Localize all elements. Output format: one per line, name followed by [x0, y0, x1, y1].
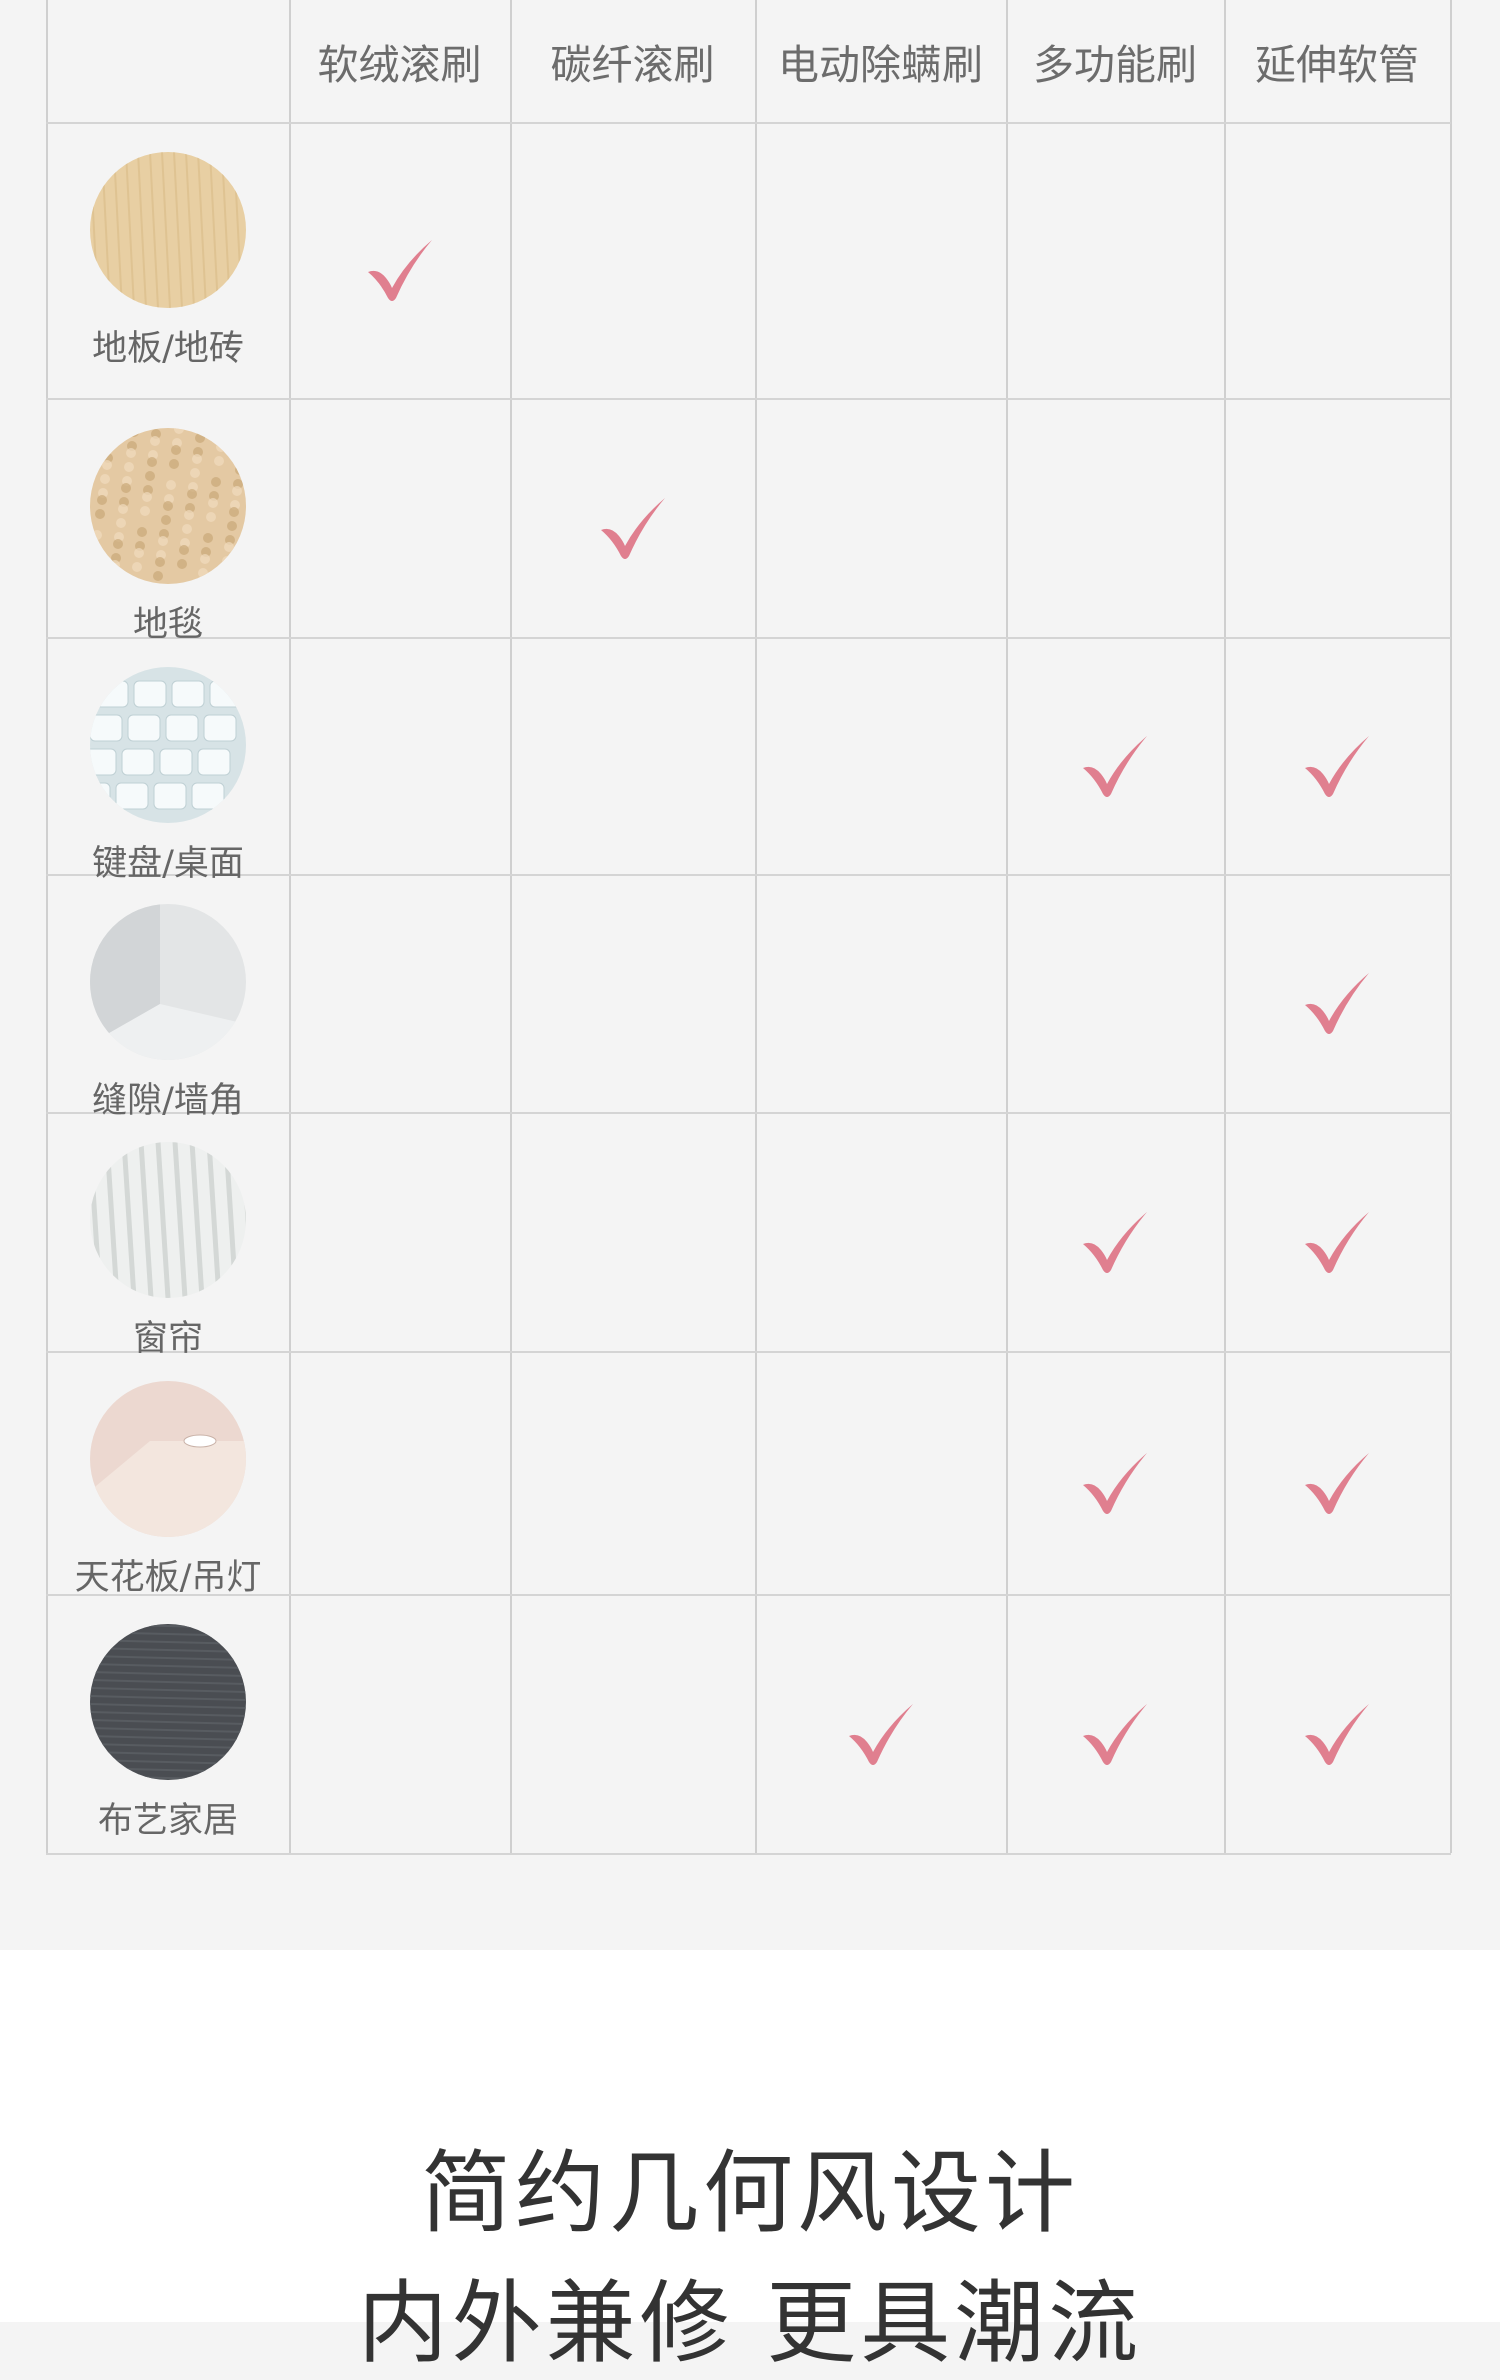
design-section: 简约几何风设计 内外兼修 更具潮流	[0, 1950, 1500, 2376]
row-label-text: 键盘/桌面	[92, 844, 244, 884]
fabric-thumbnail	[90, 1624, 246, 1780]
curtain-thumbnail	[90, 1142, 246, 1298]
grid-hline	[46, 122, 1451, 124]
row-label-text: 缝隙/墙角	[92, 1081, 244, 1121]
grid-vline	[289, 0, 291, 1853]
column-header: 碳纤滚刷	[550, 41, 715, 89]
check-icon	[1077, 1696, 1153, 1772]
row-label: 地毯	[48, 428, 288, 647]
wood-floor-thumbnail	[90, 152, 246, 308]
row-label-text: 布艺家居	[97, 1801, 238, 1841]
check-icon	[595, 490, 671, 566]
row-label-text: 地毯	[132, 605, 203, 645]
row-label-text: 天花板/吊灯	[74, 1558, 262, 1598]
row-label: 窗帘	[48, 1142, 288, 1361]
row-label: 地板/地砖	[48, 152, 288, 371]
column-header: 软绒滚刷	[317, 41, 482, 89]
column-header: 电动除螨刷	[778, 41, 983, 89]
grid-vline	[755, 0, 757, 1853]
check-icon	[1299, 1204, 1375, 1280]
check-icon	[1299, 728, 1375, 804]
grid-vline	[510, 0, 512, 1853]
grid-vline	[1224, 0, 1226, 1853]
grid-hline	[46, 398, 1451, 400]
compatibility-table: 软绒滚刷 碳纤滚刷 电动除螨刷 多功能刷 延伸软管地板/地砖地毯键盘/桌面缝隙/墙角窗帘…	[0, 0, 1500, 1960]
grid-vline	[1006, 0, 1008, 1853]
design-title-line1: 简约几何风设计	[421, 2141, 1079, 2246]
grid-vline	[1450, 0, 1452, 1853]
row-label: 键盘/桌面	[48, 667, 288, 886]
keyboard-thumbnail	[90, 667, 246, 823]
ceiling-light-thumbnail	[90, 1381, 246, 1537]
column-header: 多功能刷	[1033, 41, 1197, 89]
check-icon	[362, 232, 438, 308]
wall-corner-thumbnail	[90, 904, 246, 1060]
grid-hline	[46, 1853, 1451, 1855]
check-icon	[1077, 1445, 1153, 1521]
check-icon	[843, 1696, 919, 1772]
row-label: 布艺家居	[48, 1624, 288, 1843]
row-label-text: 地板/地砖	[92, 329, 244, 369]
check-icon	[1299, 1696, 1375, 1772]
check-icon	[1299, 1445, 1375, 1521]
check-icon	[1077, 728, 1153, 804]
check-icon	[1077, 1204, 1153, 1280]
row-label: 天花板/吊灯	[48, 1381, 288, 1600]
row-label-text: 窗帘	[132, 1319, 203, 1359]
check-icon	[1299, 965, 1375, 1041]
design-title-line2: 内外兼修 更具潮流	[357, 2271, 1143, 2376]
column-header: 延伸软管	[1255, 41, 1419, 89]
row-label: 缝隙/墙角	[48, 904, 288, 1123]
carpet-thumbnail	[90, 428, 246, 584]
